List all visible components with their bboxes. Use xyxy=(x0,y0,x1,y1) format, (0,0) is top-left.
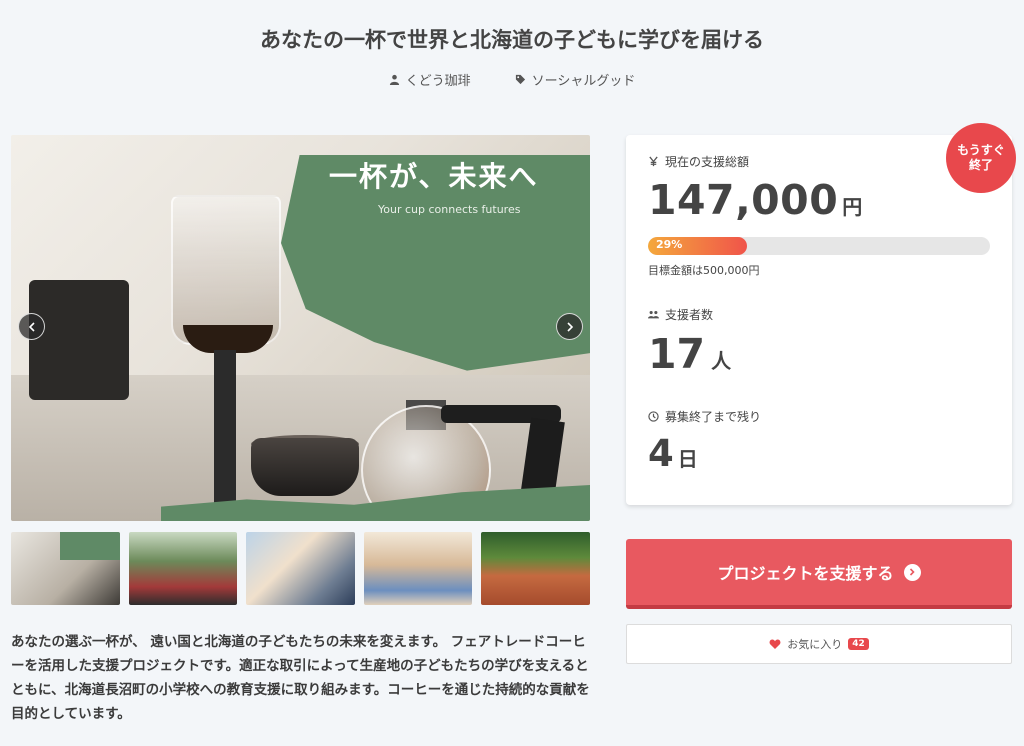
category-link[interactable]: ソーシャルグッド xyxy=(515,70,636,89)
thumbnail-2[interactable] xyxy=(128,532,238,605)
project-meta: くどう珈琲 ソーシャルグッド xyxy=(0,70,1024,89)
remaining-days-value: 4 xyxy=(648,432,674,475)
siphon-stem xyxy=(214,350,236,510)
siphon-upper-chamber xyxy=(171,195,281,345)
funding-unit: 円 xyxy=(842,195,863,219)
remaining-label: 募集終了まで残り xyxy=(648,408,761,425)
banner-title: 一杯が、未来へ xyxy=(329,160,539,193)
support-button-label: プロジェクトを支援する xyxy=(717,564,894,583)
arrow-circle-icon xyxy=(903,563,921,581)
goal-text: 目標金額は500,000円 xyxy=(648,264,760,277)
banner-subtitle: Your cup connects futures xyxy=(378,203,521,216)
supporters-label-text: 支援者数 xyxy=(665,308,714,322)
remaining-days: 4日 xyxy=(648,432,698,475)
owner-link[interactable]: くどう珈琲 xyxy=(389,70,471,89)
thumbnail-5[interactable] xyxy=(481,532,590,605)
supporters-count: 17 人 xyxy=(648,330,731,378)
badge-line-1: もうすぐ xyxy=(957,143,1005,157)
favorite-count-badge: 42 xyxy=(848,638,869,650)
tag-icon xyxy=(515,74,525,85)
project-title: あなたの一杯で世界と北海道の子どもに学びを届ける xyxy=(260,28,764,52)
background-chair xyxy=(29,280,129,400)
favorite-label: お気に入り xyxy=(787,638,843,651)
supporters-label: 支援者数 xyxy=(648,306,713,323)
carousel-prev-button[interactable] xyxy=(18,313,45,340)
badge-line-2: 終了 xyxy=(968,158,993,172)
supporters-count-value: 17 xyxy=(648,330,706,378)
project-description: あなたの選ぶ一杯が、 遠い国と北海道の子どもたちの未来を変えます。 フェアトレー… xyxy=(11,634,590,722)
funding-label: 現在の支援総額 xyxy=(648,153,749,170)
funding-progress-bar: 29% xyxy=(648,237,990,255)
hero-image: 一杯が、未来へ Your cup connects futures xyxy=(11,135,590,521)
user-icon xyxy=(389,74,399,85)
coffee-cup xyxy=(251,438,359,496)
carousel-next-button[interactable] xyxy=(556,313,583,340)
progress-percent: 29% xyxy=(656,238,683,251)
supporters-unit: 人 xyxy=(711,349,732,373)
funding-amount-value: 147,000 xyxy=(648,176,839,224)
remaining-label-text: 募集終了まで残り xyxy=(665,410,762,424)
favorite-button[interactable]: お気に入り 42 xyxy=(626,624,1012,664)
heart-icon xyxy=(769,639,781,649)
category-name: ソーシャルグッド xyxy=(531,74,636,89)
people-icon xyxy=(648,310,659,319)
funding-label-text: 現在の支援総額 xyxy=(665,155,750,169)
remaining-unit: 日 xyxy=(677,447,698,471)
ending-soon-badge: もうすぐ 終了 xyxy=(946,123,1016,193)
siphon-coffee xyxy=(183,325,273,353)
thumbnail-4[interactable] xyxy=(363,532,473,605)
thumbnail-strip xyxy=(11,532,590,605)
support-project-button[interactable]: プロジェクトを支援する xyxy=(626,539,1012,609)
thumbnail-3[interactable] xyxy=(246,532,355,605)
funding-amount: 147,000 円 xyxy=(648,176,863,224)
clock-icon xyxy=(648,411,659,422)
thumbnail-1[interactable] xyxy=(11,532,120,605)
chevron-left-icon xyxy=(28,321,35,332)
chevron-right-icon xyxy=(566,321,573,332)
yen-icon xyxy=(649,156,658,167)
owner-name: くどう珈琲 xyxy=(405,74,471,89)
